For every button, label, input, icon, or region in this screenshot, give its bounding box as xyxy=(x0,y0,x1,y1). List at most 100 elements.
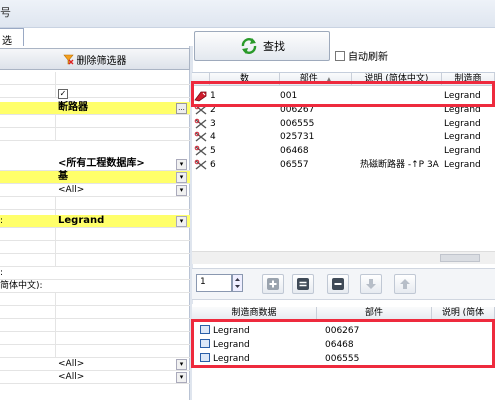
all-value: <All> xyxy=(58,372,85,382)
row-manufacturer: Legrand xyxy=(444,160,481,170)
row-number: 4 xyxy=(210,132,216,142)
row-part: 006555 xyxy=(280,119,315,129)
description-label: : xyxy=(0,268,4,278)
table-row[interactable]: Legrand 06468 xyxy=(192,339,495,351)
chevron-down-icon[interactable]: ▾ xyxy=(176,172,187,183)
manufacturer-label: : xyxy=(0,216,4,226)
add-button[interactable] xyxy=(262,274,284,294)
auto-refresh-label: 自动刷新 xyxy=(348,52,388,63)
filter-pane: 删除筛选器 ✓ 断路器 ... <所有工程数据库> ▾ 基 ▾ <All> ▾ … xyxy=(0,46,190,400)
row-number: 2 xyxy=(210,105,216,115)
search-button[interactable]: 查找 xyxy=(194,31,330,61)
table-row[interactable]: Legrand 006267 xyxy=(192,325,495,337)
chevron-down-icon[interactable]: ▾ xyxy=(176,159,187,170)
sort-asc-icon: ▲ xyxy=(326,76,332,83)
row-manufacturer: Legrand xyxy=(213,326,250,336)
horizontal-scrollbar[interactable] xyxy=(192,251,495,264)
filter-row xyxy=(0,197,190,210)
manufacturer-value: Legrand xyxy=(58,215,105,226)
filter-row-all3[interactable]: <All> ▾ xyxy=(0,371,190,384)
window-title: 号 xyxy=(0,6,11,19)
table-row[interactable]: 5 06468 Legrand xyxy=(192,145,495,157)
filter-row xyxy=(0,228,190,241)
filter-row-desc-colon: : xyxy=(0,267,190,280)
filter-row xyxy=(0,254,190,267)
filter-row-all[interactable]: <All> ▾ xyxy=(0,184,190,197)
table-row[interactable]: 2 006267 Legrand xyxy=(192,104,495,116)
tab-filter[interactable]: 选 xyxy=(0,28,24,47)
row-manufacturer: Legrand xyxy=(444,146,481,156)
delete-filter-label: 删除筛选器 xyxy=(76,55,127,67)
filter-row-category[interactable]: 断路器 ... xyxy=(0,102,190,115)
auto-refresh-checkbox[interactable]: 自动刷新 xyxy=(335,48,388,63)
row-manufacturer: Legrand xyxy=(213,354,250,364)
add-icon xyxy=(267,278,279,290)
row-description: 热磁断路器 -↑P 3A xyxy=(360,160,439,170)
equals-icon xyxy=(297,278,309,290)
scrollbar-thumb[interactable] xyxy=(440,254,480,262)
column-header-description[interactable]: 说明 (简体中文) xyxy=(352,73,442,86)
row-manufacturer: Legrand xyxy=(444,105,481,115)
all-value: <All> xyxy=(58,359,85,369)
quantity-stepper[interactable] xyxy=(232,274,243,292)
row-manufacturer: Legrand xyxy=(444,132,481,142)
filter-row xyxy=(0,319,190,332)
filter-row xyxy=(0,241,190,254)
filter-row-all2[interactable]: <All> ▾ xyxy=(0,358,190,371)
row-number: 1 xyxy=(210,91,216,101)
filter-row-desc: 简体中文): xyxy=(0,280,190,293)
table-row[interactable]: 3 006555 Legrand xyxy=(192,118,495,130)
parts-table: 数 部件 ▲ 说明 (简体中文) 制造商 1 001 Legrand 2 006… xyxy=(192,72,495,264)
chevron-down-icon[interactable]: ▾ xyxy=(176,216,187,227)
move-down-button[interactable] xyxy=(360,274,382,294)
row-number: 6 xyxy=(210,160,216,170)
column-header-manufacturer[interactable]: 制造商 xyxy=(442,73,495,86)
filter-row-manufacturer[interactable]: : Legrand ▾ xyxy=(0,215,190,228)
remove-button[interactable] xyxy=(327,274,349,294)
column-header-manufacturer-data[interactable]: 制造商数据 xyxy=(192,307,317,320)
chevron-down-icon[interactable]: ▾ xyxy=(176,359,187,370)
row-part: 001 xyxy=(280,91,298,101)
column-header-part[interactable]: 部件 xyxy=(317,307,432,320)
row-part: 006267 xyxy=(325,326,360,336)
replace-button[interactable] xyxy=(292,274,314,294)
row-manufacturer: Legrand xyxy=(213,340,250,350)
filter-row-base[interactable]: 基 ▾ xyxy=(0,171,190,184)
move-up-button[interactable] xyxy=(394,274,416,294)
refresh-icon xyxy=(241,38,257,54)
filter-row xyxy=(0,293,190,306)
filter-row-checkbox: ✓ xyxy=(0,89,190,99)
filter-row-database[interactable]: <所有工程数据库> ▾ xyxy=(0,158,190,171)
title-bar: 号 xyxy=(0,0,495,28)
row-part: 006555 xyxy=(325,354,360,364)
row-number: 3 xyxy=(210,119,216,129)
row-part: 06468 xyxy=(325,340,354,350)
table-row[interactable]: Legrand 006555 xyxy=(192,353,495,365)
checkbox-box[interactable] xyxy=(335,50,345,61)
chevron-down-icon[interactable]: ▾ xyxy=(176,185,187,196)
ellipsis-button[interactable]: ... xyxy=(176,103,187,114)
filter-row xyxy=(0,345,190,358)
category-value: 断路器 xyxy=(58,102,88,113)
filter-grid: ✓ 断路器 ... <所有工程数据库> ▾ 基 ▾ <All> ▾ : Legr… xyxy=(0,72,190,400)
row-part: 06557 xyxy=(280,160,309,170)
breaker-icon xyxy=(194,159,208,175)
arrow-down-icon xyxy=(366,279,376,289)
column-header-part[interactable]: 部件 ▲ xyxy=(280,73,352,86)
chevron-down-icon[interactable]: ▾ xyxy=(176,372,187,383)
table-row[interactable]: 4 025731 Legrand xyxy=(192,131,495,143)
delete-filter-button[interactable]: 删除筛选器 xyxy=(0,48,190,70)
column-header-number[interactable]: 数 xyxy=(210,73,280,86)
column-header-description[interactable]: 说明 (简体 xyxy=(432,307,495,320)
arrow-up-icon xyxy=(400,279,410,289)
row-number: 5 xyxy=(210,146,216,156)
filter-row xyxy=(0,128,190,141)
delete-filter-icon xyxy=(62,54,74,64)
table-row[interactable]: 1 001 Legrand xyxy=(192,90,495,102)
column-header-icon[interactable] xyxy=(192,73,210,86)
quantity-input[interactable]: 1 xyxy=(196,274,232,292)
table-row[interactable]: 6 06557 热磁断路器 -↑P 3A Legrand xyxy=(192,159,495,171)
filter-checkbox[interactable]: ✓ xyxy=(58,89,68,99)
filter-row xyxy=(0,115,190,128)
description-cn-label: 简体中文): xyxy=(0,281,43,291)
